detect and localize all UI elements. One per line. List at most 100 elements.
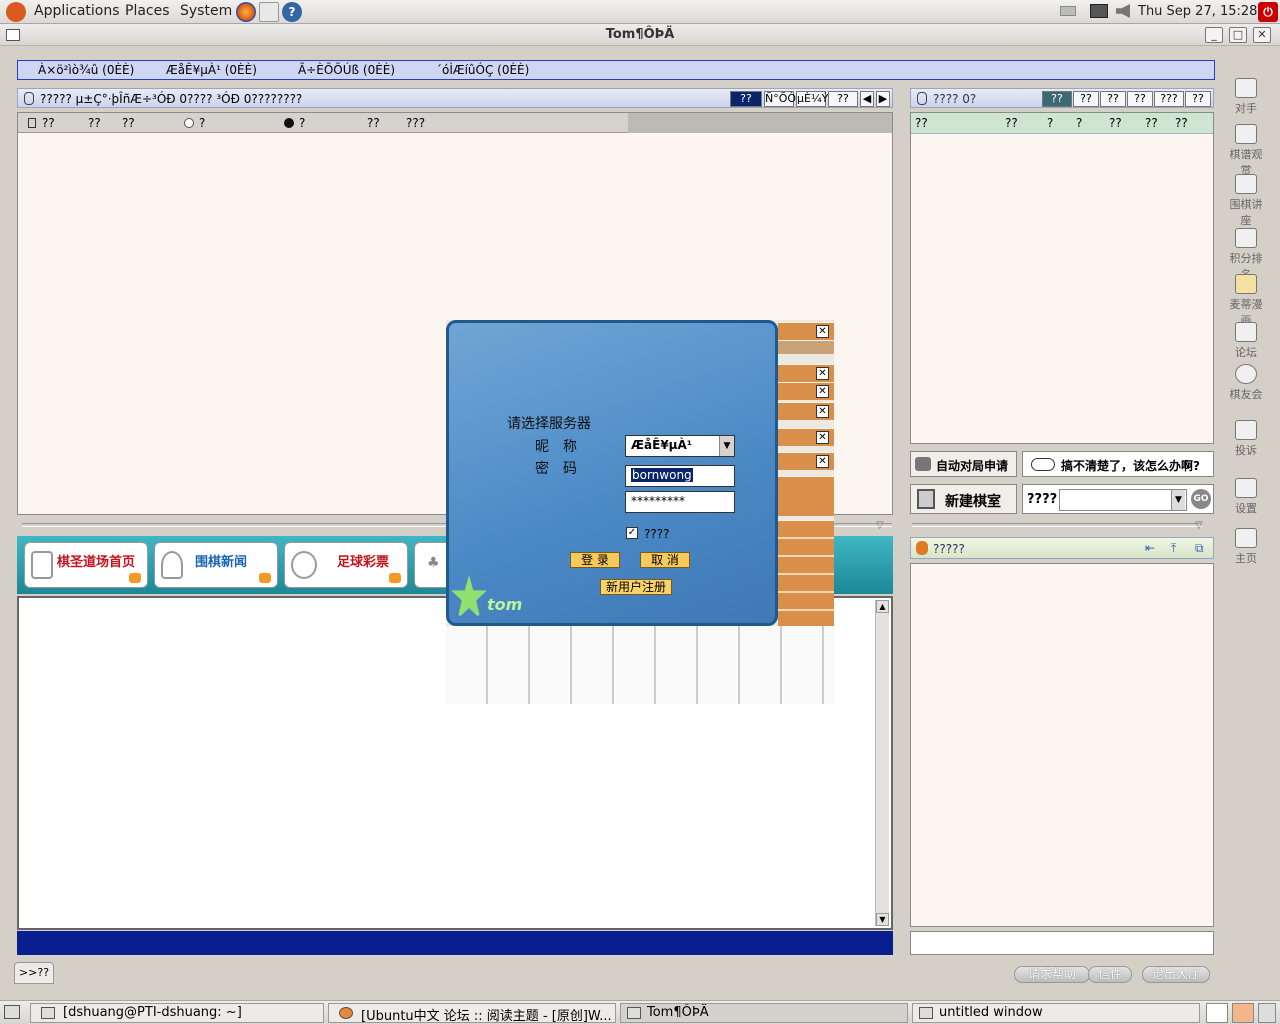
- tab-players[interactable]: ??: [1042, 91, 1072, 107]
- close-icon[interactable]: ✕: [816, 325, 829, 338]
- firefox-icon[interactable]: [236, 2, 256, 22]
- stacked-window-bar[interactable]: ✕: [778, 382, 834, 400]
- trash-icon[interactable]: [1258, 1003, 1276, 1023]
- auto-match-button[interactable]: 自动对局申请: [910, 451, 1017, 477]
- request-help-button[interactable]: 请求帮助: [1014, 966, 1090, 983]
- taskbar-item-browser[interactable]: [Ubuntu中文 论坛 :: 阅读主题 - [原创]W...: [328, 1003, 616, 1023]
- scrollbar[interactable]: ▲ ▼: [875, 600, 889, 926]
- server-tab[interactable]: ÆåÊ¥µÀ¹ (0ÈÈ): [166, 63, 257, 77]
- clock[interactable]: Thu Sep 27, 15:28: [1138, 4, 1257, 19]
- status-tab[interactable]: >>??: [14, 962, 54, 984]
- column-header[interactable]: ??: [1145, 116, 1158, 130]
- login-button[interactable]: 登 录: [570, 552, 620, 568]
- server-tab[interactable]: À×ö²ìò¾û (0ÈÈ): [38, 63, 134, 77]
- stacked-window-bar[interactable]: ✕: [778, 322, 834, 340]
- column-header[interactable]: ??: [42, 116, 55, 130]
- remember-checkbox[interactable]: ✓: [626, 527, 638, 539]
- volume-icon[interactable]: [1116, 4, 1130, 18]
- help-button[interactable]: 搞不清楚了，该怎么办啊?: [1022, 451, 1214, 477]
- minimize-button[interactable]: _: [1205, 27, 1223, 43]
- window-titlebar[interactable]: Tom¶ÔÞÄ _ □ ✕: [0, 24, 1280, 46]
- system-menu[interactable]: System: [180, 3, 232, 19]
- maximize-button[interactable]: □: [1229, 27, 1247, 43]
- stacked-window-bar[interactable]: ✕: [778, 428, 834, 446]
- stacked-window-bar[interactable]: ✕: [778, 364, 834, 382]
- stacked-window-bar[interactable]: ✕: [778, 402, 834, 420]
- taskbar-item-tom[interactable]: Tom¶ÔÞÄ: [620, 1003, 908, 1023]
- taskbar-item-untitled[interactable]: untitled window: [912, 1003, 1200, 1023]
- close-icon[interactable]: ✕: [816, 455, 829, 468]
- chat-input[interactable]: [910, 931, 1214, 955]
- column-header[interactable]: ?: [1047, 116, 1053, 130]
- column-header[interactable]: ??: [1175, 116, 1188, 130]
- help-icon[interactable]: ?: [282, 2, 302, 22]
- close-icon[interactable]: ✕: [816, 405, 829, 418]
- show-desktop-icon[interactable]: [4, 1005, 20, 1019]
- register-button[interactable]: 新用户注册: [600, 579, 672, 595]
- collapse-arrow-icon[interactable]: ▽: [876, 520, 884, 531]
- shutdown-icon[interactable]: ⏻: [1258, 2, 1278, 22]
- nav-lottery-card[interactable]: 足球彩票: [284, 542, 408, 588]
- chevron-down-icon[interactable]: ▼: [719, 436, 734, 456]
- cancel-button[interactable]: 取 消: [640, 552, 690, 568]
- sidebar-item-comic[interactable]: 麦蒂漫画: [1226, 274, 1266, 328]
- tab-rooms[interactable]: ??: [730, 91, 762, 107]
- tab-player-filter[interactable]: ??: [1100, 91, 1126, 107]
- close-icon[interactable]: ✕: [816, 385, 829, 398]
- places-menu[interactable]: Places: [125, 3, 170, 19]
- scroll-right-icon[interactable]: ▶: [876, 91, 890, 107]
- printer-icon[interactable]: [1060, 6, 1076, 16]
- column-header[interactable]: ?: [199, 116, 205, 130]
- tab-player-filter[interactable]: ???: [1154, 91, 1184, 107]
- nav-home-card[interactable]: 棋圣道场首页: [24, 542, 148, 588]
- scroll-left-icon[interactable]: ◀: [860, 91, 874, 107]
- stacked-window-bar[interactable]: ✕: [778, 452, 834, 470]
- sidebar-item-home[interactable]: 主页: [1226, 528, 1266, 566]
- column-header[interactable]: ??: [122, 116, 135, 130]
- close-icon[interactable]: ✕: [816, 431, 829, 444]
- scroll-down-icon[interactable]: ▼: [876, 913, 889, 926]
- tab-player-filter[interactable]: ??: [1073, 91, 1099, 107]
- sidebar-item-lecture[interactable]: 围棋讲座: [1226, 174, 1266, 228]
- ubuntu-logo-icon[interactable]: [6, 2, 26, 22]
- scroll-up-icon[interactable]: ▲: [876, 600, 889, 613]
- sidebar-item-records[interactable]: 棋谱观赏: [1226, 124, 1266, 178]
- server-select[interactable]: ÆåÊ¥µÀ¹ ▼: [625, 435, 735, 457]
- nickname-field[interactable]: bornwong: [625, 465, 735, 487]
- server-tab[interactable]: ´óÌÆíûÓÇ (0ÈÈ): [436, 63, 529, 77]
- tab-search[interactable]: Ñ°ÕÒ: [764, 91, 796, 107]
- taskbar-item-terminal[interactable]: [dshuang@PTI-dshuang: ~]: [30, 1003, 324, 1023]
- tab-player-filter[interactable]: ??: [1127, 91, 1153, 107]
- column-header[interactable]: ??: [367, 116, 380, 130]
- column-header[interactable]: ??: [88, 116, 101, 130]
- workspace-2[interactable]: [1232, 1003, 1254, 1023]
- exit-lobby-button[interactable]: 退出大厅: [1142, 966, 1210, 983]
- column-header[interactable]: ???: [406, 116, 425, 130]
- tab-player-filter[interactable]: ??: [1185, 91, 1211, 107]
- workspace-1[interactable]: [1206, 1003, 1228, 1023]
- jump-first-icon[interactable]: ⇤: [1145, 541, 1155, 555]
- room-dropdown[interactable]: [1059, 489, 1187, 511]
- go-button[interactable]: GO: [1191, 489, 1211, 509]
- player-list[interactable]: ?? ?? ? ? ?? ?? ??: [910, 112, 1214, 444]
- applications-menu[interactable]: Applications: [34, 3, 120, 19]
- column-header[interactable]: ??: [1109, 116, 1122, 130]
- jump-top-icon[interactable]: ⤒: [1171, 541, 1176, 556]
- nav-news-card[interactable]: 围棋新闻: [154, 542, 278, 588]
- column-header[interactable]: ?: [1076, 116, 1082, 130]
- sidebar-item-club[interactable]: 棋友会: [1226, 364, 1266, 402]
- close-icon[interactable]: ✕: [816, 367, 829, 380]
- sidebar-item-forum[interactable]: 论坛: [1226, 322, 1266, 360]
- chat-messages[interactable]: [910, 563, 1214, 927]
- close-button[interactable]: ✕: [1253, 27, 1271, 43]
- server-tab[interactable]: Ã÷ÈÕÕÚß (0ÈÈ): [298, 63, 395, 77]
- mail-button[interactable]: 信件: [1088, 966, 1132, 983]
- detach-icon[interactable]: ⧉: [1195, 541, 1204, 556]
- password-field[interactable]: *********: [625, 491, 735, 513]
- sidebar-item-complaint[interactable]: 投诉: [1226, 420, 1266, 458]
- network-icon[interactable]: [1090, 4, 1108, 18]
- column-header[interactable]: ?: [299, 116, 305, 130]
- column-header[interactable]: ??: [1005, 116, 1018, 130]
- column-header[interactable]: ??: [915, 116, 928, 130]
- mail-icon[interactable]: [259, 2, 279, 22]
